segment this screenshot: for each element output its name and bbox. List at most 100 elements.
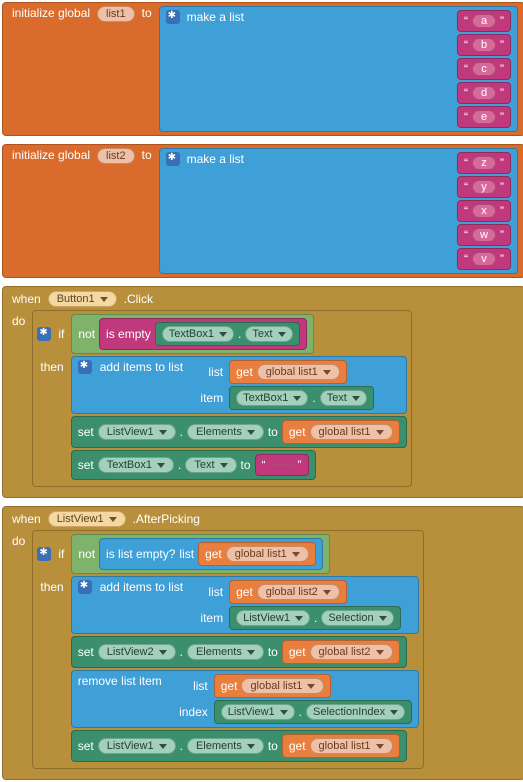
when-label: when	[9, 512, 44, 526]
text-value[interactable]: e	[472, 110, 496, 124]
property-pill[interactable]: Text	[245, 326, 292, 342]
add-items-to-list-block[interactable]: add items to list list get global list2	[71, 576, 419, 634]
component-pill[interactable]: Button1	[48, 291, 117, 307]
slot-label-list: list	[191, 365, 223, 379]
var-name-pill[interactable]: list1	[97, 6, 135, 22]
remove-list-item-block[interactable]: remove list item list get global list1	[71, 670, 419, 728]
chevron-down-icon	[379, 616, 387, 621]
gear-icon[interactable]	[78, 580, 92, 594]
text-value[interactable]: w	[472, 228, 496, 242]
var-pill[interactable]: global list1	[226, 546, 309, 562]
component-pill[interactable]: TextBox1	[98, 457, 174, 473]
set-property-block[interactable]: set TextBox1 . Text to “”	[71, 450, 316, 480]
gear-icon[interactable]	[166, 10, 180, 24]
component-pill[interactable]: ListView1	[98, 424, 176, 440]
text-value[interactable]: c	[472, 62, 496, 76]
property-getter[interactable]: TextBox1 . Text	[155, 322, 300, 346]
if-block[interactable]: if not is list empty? list get global li…	[32, 530, 424, 769]
text-value[interactable]: b	[472, 38, 496, 52]
property-pill[interactable]: Elements	[187, 424, 264, 440]
text-literal[interactable]: “x”	[457, 200, 511, 222]
get-var-block[interactable]: get global list1	[282, 420, 400, 444]
text-literal[interactable]: “d”	[457, 82, 511, 104]
text-literal[interactable]: “v”	[457, 248, 511, 270]
gear-icon[interactable]	[166, 152, 180, 166]
add-items-to-list-block[interactable]: add items to list list get global list1	[71, 356, 407, 414]
is-empty-label: is empty	[106, 327, 151, 341]
get-var-block[interactable]: get global list2	[282, 640, 400, 664]
event-handler-listview1-afterpicking[interactable]: when ListView1 .AfterPicking do if not i…	[2, 506, 523, 780]
gear-icon[interactable]	[78, 360, 92, 374]
var-pill[interactable]: global list1	[310, 738, 393, 754]
set-property-block[interactable]: set ListView1 . Elements to get global l…	[71, 416, 407, 448]
gear-icon[interactable]	[37, 327, 51, 341]
text-value[interactable]: v	[472, 252, 496, 266]
text-value[interactable]: d	[472, 86, 496, 100]
list-items: “a” “b” “c” “d” “e”	[457, 10, 511, 128]
make-a-list-block[interactable]: make a list “z” “y” “x” “w” “v”	[159, 148, 518, 274]
var-pill[interactable]: global list1	[310, 424, 393, 440]
text-literal[interactable]: “e”	[457, 106, 511, 128]
if-block[interactable]: if not is empty TextBox1 . Text	[32, 310, 411, 487]
get-var-block[interactable]: get global list1	[229, 360, 347, 384]
text-literal[interactable]: “a”	[457, 10, 511, 32]
text-value[interactable]: x	[472, 204, 496, 218]
property-pill[interactable]: SelectionIndex	[306, 704, 405, 720]
make-a-list-block[interactable]: make a list “a” “b” “c” “d” “e”	[159, 6, 518, 132]
property-getter[interactable]: TextBox1 . Text	[229, 386, 374, 410]
var-pill[interactable]: global list1	[241, 678, 324, 694]
get-var-block[interactable]: get global list1	[214, 674, 332, 698]
set-property-block[interactable]: set ListView2 . Elements to get global l…	[71, 636, 407, 668]
component-pill[interactable]: ListView2	[98, 644, 176, 660]
gear-icon[interactable]	[37, 547, 51, 561]
get-label: get	[236, 585, 253, 599]
get-label: get	[289, 645, 306, 659]
text-value[interactable]	[270, 464, 294, 466]
not-block[interactable]: not is empty TextBox1 . Text	[71, 314, 313, 354]
set-property-block[interactable]: set ListView1 . Elements to get global l…	[71, 730, 407, 762]
text-literal[interactable]: “w”	[457, 224, 511, 246]
is-empty-block[interactable]: is empty TextBox1 . Text	[99, 318, 306, 350]
slot-label-item: item	[191, 391, 223, 405]
property-pill[interactable]: Text	[320, 390, 367, 406]
list-items: “z” “y” “x” “w” “v”	[457, 152, 511, 270]
init-global-list1[interactable]: initialize global list1 to make a list “…	[2, 2, 523, 136]
component-pill[interactable]: ListView1	[221, 704, 295, 720]
make-list-label: make a list	[184, 152, 247, 166]
slot-label-item: item	[191, 611, 223, 625]
text-literal[interactable]: “”	[255, 454, 309, 476]
text-value[interactable]: y	[472, 180, 496, 194]
to-label: to	[268, 645, 278, 659]
component-pill[interactable]: ListView1	[48, 511, 126, 527]
not-block[interactable]: not is list empty? list get global list1	[71, 534, 329, 574]
chevron-down-icon	[376, 650, 384, 655]
property-pill[interactable]: Selection	[321, 610, 393, 626]
text-literal[interactable]: “z”	[457, 152, 511, 174]
property-pill[interactable]: Elements	[187, 644, 264, 660]
text-literal[interactable]: “c”	[457, 58, 511, 80]
component-pill[interactable]: ListView1	[98, 738, 176, 754]
event-handler-button1-click[interactable]: when Button1 .Click do if not is empty T…	[2, 286, 523, 498]
property-pill[interactable]: Text	[185, 457, 236, 473]
text-literal[interactable]: “b”	[457, 34, 511, 56]
get-var-block[interactable]: get global list2	[229, 580, 347, 604]
property-getter[interactable]: ListView1 . SelectionIndex	[214, 700, 412, 724]
var-name-pill[interactable]: list2	[97, 148, 135, 164]
text-literal[interactable]: “y”	[457, 176, 511, 198]
text-value[interactable]: z	[472, 156, 496, 170]
var-pill[interactable]: global list2	[310, 644, 393, 660]
component-pill[interactable]: TextBox1	[236, 390, 308, 406]
property-pill[interactable]: Elements	[187, 738, 264, 754]
get-var-block[interactable]: get global list1	[282, 734, 400, 758]
var-pill[interactable]: global list1	[257, 364, 340, 380]
component-pill[interactable]: ListView1	[236, 610, 310, 626]
init-global-list2[interactable]: initialize global list2 to make a list “…	[2, 144, 523, 278]
property-getter[interactable]: ListView1 . Selection	[229, 606, 401, 630]
var-pill[interactable]: global list2	[257, 584, 340, 600]
text-value[interactable]: a	[472, 14, 496, 28]
component-pill[interactable]: TextBox1	[162, 326, 234, 342]
is-list-empty-block[interactable]: is list empty? list get global list1	[99, 538, 323, 570]
then-label: then	[37, 576, 66, 594]
not-label: not	[78, 547, 95, 561]
get-var-block[interactable]: get global list1	[198, 542, 316, 566]
